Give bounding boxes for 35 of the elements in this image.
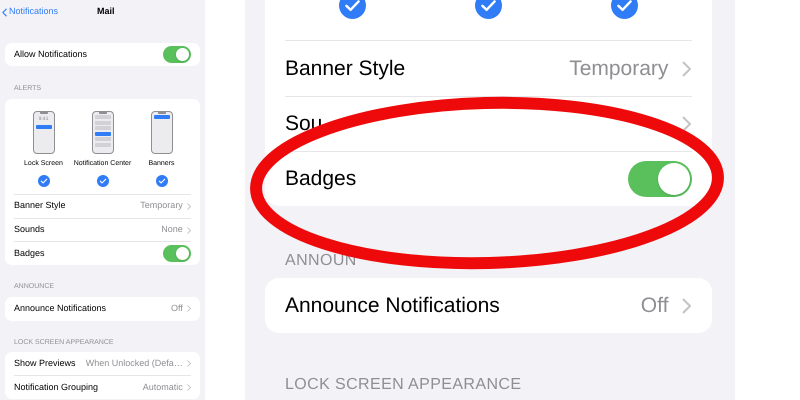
- section-header: LOCK SCREEN APPEARANCE: [284, 375, 522, 395]
- row-label: Banner Style: [285, 56, 406, 82]
- row-value[interactable]: Automatic: [142, 380, 183, 394]
- section-header: ANNOUN: [284, 251, 358, 271]
- row-label: Badges: [14, 246, 45, 260]
- row-label: Announce Notifications: [285, 292, 500, 319]
- chevron-icon: [186, 226, 191, 234]
- chevron-icon: [186, 305, 191, 312]
- page-title: Mail: [97, 5, 115, 18]
- toggle-switch[interactable]: [163, 46, 191, 63]
- row-value[interactable]: Temporary: [569, 52, 668, 84]
- chevron-icon: [186, 360, 191, 368]
- chevron-icon: [682, 298, 692, 314]
- toggle-switch[interactable]: [163, 244, 191, 262]
- chevron-icon: [186, 202, 191, 210]
- chevron-icon: [682, 60, 692, 76]
- row-label: Allow Notifications: [14, 48, 88, 61]
- back-icon: [2, 8, 7, 16]
- chevron-icon: [682, 116, 692, 132]
- row-label: Badges: [285, 166, 356, 192]
- row-value[interactable]: None: [161, 223, 183, 237]
- back-button[interactable]: Notifications: [2, 5, 58, 19]
- row-label: Sounds: [14, 223, 45, 236]
- row-value[interactable]: Off: [640, 290, 668, 322]
- toggle-switch[interactable]: [628, 161, 692, 197]
- row-value[interactable]: When Unlocked (Defa…: [86, 357, 183, 370]
- phone-drawing: [150, 110, 172, 154]
- row-label: Show Previews: [14, 357, 76, 370]
- chevron-icon: [186, 384, 191, 392]
- row-value[interactable]: Off: [170, 302, 183, 316]
- phone-drawing: [92, 110, 114, 154]
- row-label: Banner Style: [14, 199, 66, 212]
- row-label: Announce Notifications: [14, 302, 106, 316]
- row-value[interactable]: Temporary: [140, 199, 183, 213]
- row-label: Notification Grouping: [14, 380, 98, 394]
